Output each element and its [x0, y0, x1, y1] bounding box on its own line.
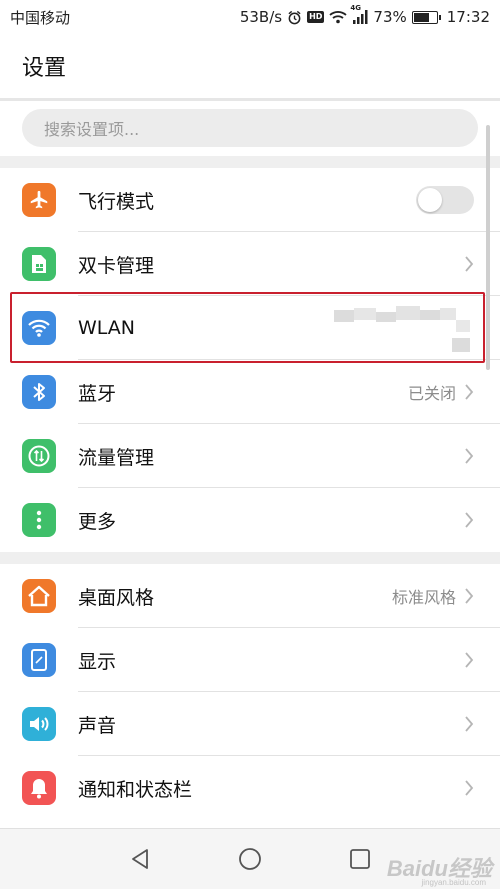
recents-icon[interactable] [346, 845, 374, 873]
row-label: 桌面风格 [78, 586, 155, 609]
row-label: 更多 [78, 510, 117, 533]
home-icon[interactable] [236, 845, 264, 873]
group-gap [0, 552, 500, 564]
search-area: 搜索设置项... [0, 101, 500, 156]
sim-card-icon [22, 247, 56, 281]
row-sound[interactable]: 声音 [0, 692, 500, 756]
carrier-name: 中国移动 [10, 8, 71, 27]
row-home-style[interactable]: 桌面风格 标准风格 [0, 564, 500, 628]
row-label: 通知和状态栏 [78, 778, 193, 801]
home-style-icon [22, 579, 56, 613]
blurred-network-name [334, 298, 474, 358]
wifi-icon [22, 311, 56, 345]
row-label: 声音 [78, 714, 117, 737]
watermark-url: jingyan.baidu.com [421, 878, 486, 887]
chevron-right-icon [464, 587, 474, 605]
airplane-mode-toggle[interactable] [416, 186, 474, 214]
row-label: 飞行模式 [78, 190, 155, 213]
clock: 17:32 [446, 8, 490, 26]
status-bar: 中国移动 53B/s HD 4G 73% 17:32 [0, 0, 500, 34]
back-icon[interactable] [126, 845, 154, 873]
row-label: 双卡管理 [78, 254, 155, 277]
battery-icon [411, 10, 441, 24]
row-data-usage[interactable]: 流量管理 [0, 424, 500, 488]
row-label: 流量管理 [78, 446, 155, 469]
bluetooth-status: 已关闭 [407, 384, 456, 403]
chevron-right-icon [464, 447, 474, 465]
row-display[interactable]: 显示 [0, 628, 500, 692]
bluetooth-icon [22, 375, 56, 409]
more-icon [22, 503, 56, 537]
display-icon [22, 643, 56, 677]
notification-bell-icon [22, 771, 56, 805]
row-bluetooth[interactable]: 蓝牙 已关闭 [0, 360, 500, 424]
row-notifications[interactable]: 通知和状态栏 [0, 756, 500, 820]
row-label: 蓝牙 [78, 382, 117, 405]
chevron-right-icon [464, 779, 474, 797]
chevron-right-icon [464, 715, 474, 733]
settings-group-device: 桌面风格 标准风格 显示 声音 通知和状态栏 [0, 564, 500, 820]
chevron-right-icon [464, 651, 474, 669]
row-airplane-mode[interactable]: 飞行模式 [0, 168, 500, 232]
data-usage-icon [22, 439, 56, 473]
chevron-right-icon [464, 383, 474, 401]
net-speed: 53B/s [239, 8, 283, 26]
sound-icon [22, 707, 56, 741]
row-wlan[interactable]: WLAN [0, 296, 500, 360]
airplane-icon [22, 183, 56, 217]
chevron-right-icon [464, 511, 474, 529]
page-title: 设置 [0, 34, 500, 98]
navigation-bar: Baidu经验 jingyan.baidu.com [0, 828, 500, 889]
battery-percent: 73% [373, 8, 407, 26]
search-input[interactable]: 搜索设置项... [22, 109, 478, 147]
home-style-value: 标准风格 [391, 588, 456, 607]
chevron-right-icon [464, 255, 474, 273]
row-more[interactable]: 更多 [0, 488, 500, 552]
row-dual-sim[interactable]: 双卡管理 [0, 232, 500, 296]
row-label: WLAN [78, 317, 136, 339]
signal-icon: 4G [350, 4, 368, 24]
group-gap [0, 156, 500, 168]
alarm-icon [287, 10, 302, 25]
settings-group-network: 飞行模式 双卡管理 WLAN 蓝牙 已关闭 流量管理 更多 [0, 168, 500, 552]
row-label: 显示 [78, 650, 117, 673]
scrollbar[interactable] [486, 125, 490, 370]
toggle-knob [418, 188, 442, 212]
network-type: 4G [350, 4, 362, 12]
hd-badge: HD [307, 11, 325, 23]
wifi-status-icon [329, 10, 348, 24]
